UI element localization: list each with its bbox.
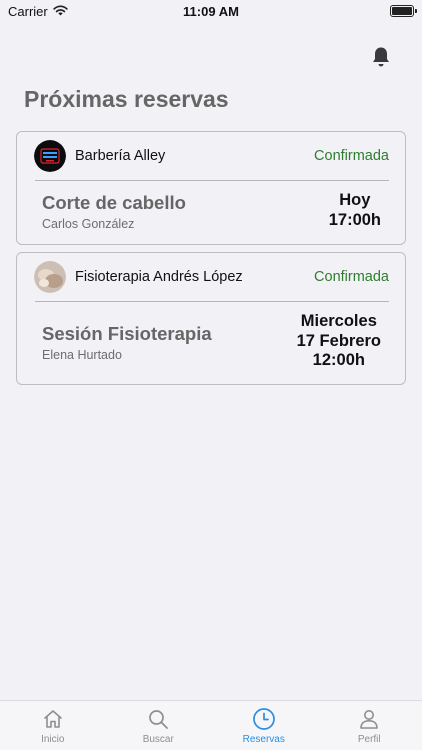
booking-datetime: Miercoles 17 Febrero 12:00h	[297, 312, 381, 371]
tab-bar: Inicio Buscar Reservas Perfil	[0, 700, 422, 750]
tab-label: Perfil	[357, 734, 381, 745]
battery-icon	[390, 5, 417, 17]
wifi-icon	[53, 4, 68, 19]
home-icon	[41, 707, 65, 731]
business-avatar	[34, 140, 66, 172]
booking-status: Confirmada	[314, 269, 389, 285]
business-name: Fisioterapia Andrés López	[75, 269, 243, 285]
booking-weekday: Miercoles	[300, 312, 377, 330]
service-name: Sesión Fisioterapia	[42, 323, 212, 344]
booking-time: 17:00h	[328, 210, 381, 229]
carrier-label: Carrier	[8, 3, 48, 19]
service-name: Corte de cabello	[42, 192, 186, 213]
tab-reservas[interactable]: Reservas	[211, 701, 316, 750]
tab-perfil[interactable]: Perfil	[317, 701, 422, 750]
booking-card-header: Barbería Alley Confirmada	[17, 132, 405, 180]
clock-icon	[252, 707, 276, 731]
staff-name: Carlos González	[42, 217, 135, 231]
booking-card[interactable]: Fisioterapia Andrés López Confirmada Ses…	[16, 252, 406, 385]
tab-buscar[interactable]: Buscar	[106, 701, 211, 750]
staff-name: Elena Hurtado	[42, 348, 122, 362]
booking-datetime: Hoy 17:00h	[329, 191, 381, 231]
notification-bell-icon[interactable]	[370, 45, 392, 69]
page-title: Próximas reservas	[24, 86, 229, 112]
tab-label: Reservas	[242, 734, 285, 745]
booking-date: 17 Febrero	[296, 331, 381, 350]
booking-card-body: Sesión Fisioterapia Elena Hurtado Mierco…	[17, 302, 405, 371]
business-name: Barbería Alley	[75, 148, 166, 164]
tab-inicio[interactable]: Inicio	[0, 701, 105, 750]
tab-label: Buscar	[142, 734, 174, 745]
search-icon	[146, 707, 170, 731]
business-avatar	[34, 261, 66, 293]
status-bar: Carrier 11:09 AM	[0, 0, 422, 22]
tab-label: Inicio	[41, 734, 65, 745]
booking-details: Sesión Fisioterapia Elena Hurtado	[42, 312, 212, 371]
status-left: Carrier	[8, 4, 68, 19]
booking-card[interactable]: Barbería Alley Confirmada Corte de cabel…	[16, 131, 406, 245]
booking-card-header: Fisioterapia Andrés López Confirmada	[17, 253, 405, 301]
booking-time: 12:00h	[312, 351, 365, 369]
booking-card-body: Corte de cabello Carlos González Hoy 17:…	[17, 181, 405, 231]
person-icon	[357, 707, 381, 731]
booking-date: Hoy	[339, 191, 371, 209]
booking-status: Confirmada	[314, 148, 389, 164]
booking-details: Corte de cabello Carlos González	[42, 191, 186, 231]
